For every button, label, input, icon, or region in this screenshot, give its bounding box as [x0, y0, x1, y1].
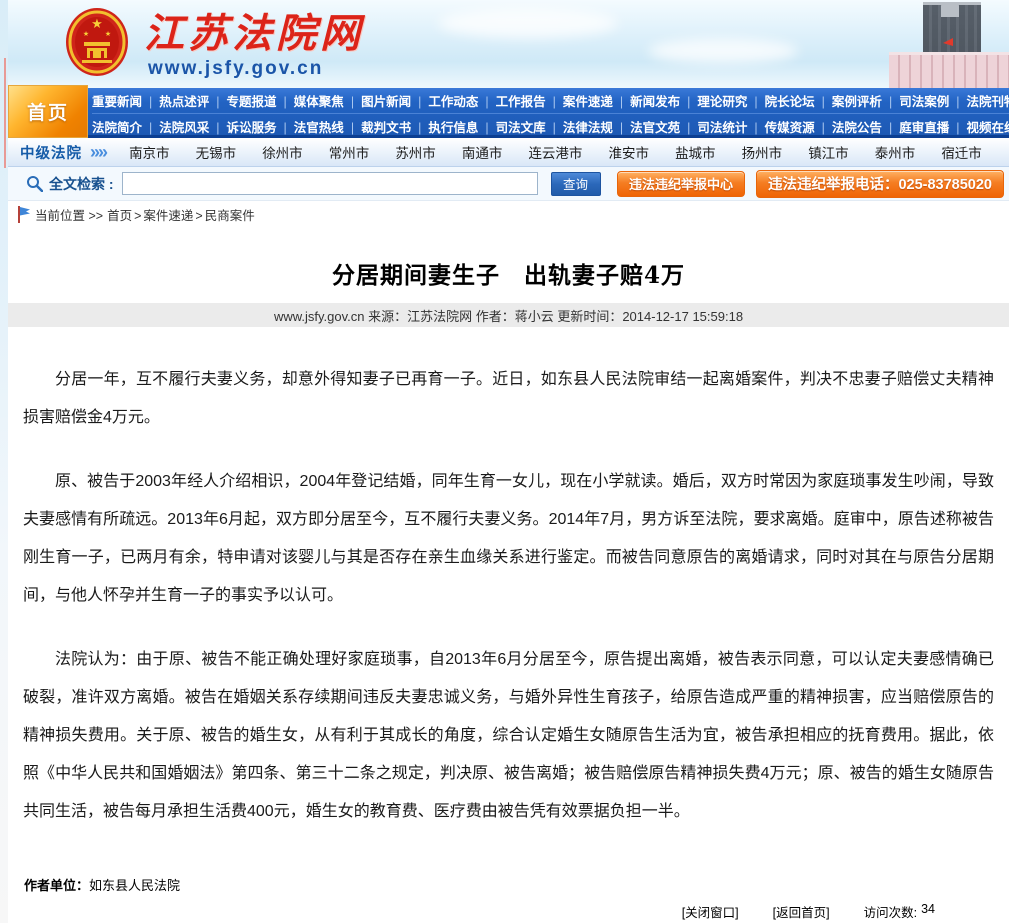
- nav-link[interactable]: 司法案例: [882, 91, 949, 110]
- page: ★ ★ ★ 江苏法院网 www.jsfy.gov.cn: [0, 0, 1009, 923]
- nav-link[interactable]: 专题报道: [209, 91, 276, 110]
- article-body: 分居一年，互不履行夫妻义务，却意外得知妻子已再育一子。近日，如东县人民法院审结一…: [23, 361, 994, 831]
- svg-text:★: ★: [105, 30, 111, 38]
- national-emblem-icon: ★ ★ ★: [64, 6, 130, 78]
- search-icon: [26, 175, 43, 192]
- city-link[interactable]: 南通市: [462, 142, 503, 162]
- nav-link[interactable]: 视频在线: [949, 117, 1009, 136]
- breadcrumb-section[interactable]: 案件速递: [132, 205, 193, 224]
- article-paragraph: 法院认为：由于原、被告不能正确处理好家庭琐事，自2013年6月分居至今，原告提出…: [23, 641, 994, 831]
- visit-counter-value: 34: [921, 902, 935, 921]
- city-link[interactable]: 连云港市: [528, 142, 582, 162]
- nav-link[interactable]: 司法文库: [478, 117, 545, 136]
- nav-link[interactable]: 案例评析: [815, 91, 882, 110]
- nav-link[interactable]: 法院公告: [815, 117, 882, 136]
- nav-link[interactable]: 执行信息: [411, 117, 478, 136]
- city-link[interactable]: 泰州市: [875, 142, 916, 162]
- nav-link[interactable]: 诉讼服务: [209, 117, 276, 136]
- article-content: 分居期间妻生子 出轨妻子赔4万 www.jsfy.gov.cn 来源：江苏法院网…: [8, 256, 1009, 923]
- report-center-button[interactable]: 违法违纪举报中心: [617, 171, 745, 197]
- breadcrumb-category[interactable]: 民商案件: [193, 205, 254, 224]
- nav-link[interactable]: 重要新闻: [92, 91, 142, 110]
- city-links: 南京市 无锡市 徐州市 常州市 苏州市 南通市 连云港市 淮安市 盐城市 扬州市…: [116, 142, 995, 162]
- nav-link[interactable]: 法官文苑: [613, 117, 680, 136]
- cloud-decoration: [648, 38, 798, 64]
- nav-link[interactable]: 新闻发布: [613, 91, 680, 110]
- city-link[interactable]: 南京市: [129, 142, 170, 162]
- breadcrumb-home[interactable]: 首页: [107, 205, 132, 224]
- nav-link[interactable]: 工作报告: [478, 91, 545, 110]
- article-paragraph: 原、被告于2003年经人介绍相识，2004年登记结婚，同年生育一女儿，现在小学就…: [23, 463, 994, 615]
- search-input[interactable]: [122, 172, 538, 195]
- city-link[interactable]: 徐州市: [262, 142, 303, 162]
- nav-link[interactable]: 法院简介: [92, 117, 142, 136]
- red-flag-icon: [943, 38, 953, 46]
- city-link[interactable]: 常州市: [329, 142, 370, 162]
- author-unit-label: 作者单位：: [24, 878, 89, 893]
- site-header: ★ ★ ★ 江苏法院网 www.jsfy.gov.cn: [8, 0, 1009, 88]
- breadcrumb-label: 当前位置 >>: [35, 205, 103, 224]
- flag-icon: [17, 206, 30, 223]
- visit-counter-label: 访问次数:: [864, 902, 917, 921]
- nav-link[interactable]: 法院风采: [142, 117, 209, 136]
- article-footer-links: [关闭窗口] [返回首页] 访问次数: 34: [682, 902, 935, 921]
- city-link[interactable]: 扬州市: [742, 142, 783, 162]
- nav-link[interactable]: 热点述评: [142, 91, 209, 110]
- double-chevron-icon: »»: [90, 143, 106, 161]
- nav-link[interactable]: 工作动态: [411, 91, 478, 110]
- author-unit-value: 如东县人民法院: [89, 878, 180, 893]
- nav-link[interactable]: 庭审直播: [882, 117, 949, 136]
- author-unit: 作者单位：如东县人民法院: [24, 875, 180, 894]
- nav-link[interactable]: 图片新闻: [344, 91, 411, 110]
- nav-link[interactable]: 案件速递: [546, 91, 613, 110]
- article-paragraph: 分居一年，互不履行夫妻义务，却意外得知妻子已再育一子。近日，如东县人民法院审结一…: [23, 361, 994, 437]
- courthouse-image: [844, 0, 1009, 88]
- report-phone-button[interactable]: 违法违纪举报电话：025-83785020: [756, 170, 1004, 198]
- left-edge-strip: [0, 0, 8, 923]
- breadcrumb: 当前位置 >> 首页 案件速递 民商案件: [8, 201, 1009, 228]
- nav-link[interactable]: 司法统计: [680, 117, 747, 136]
- svg-text:★: ★: [91, 16, 103, 31]
- cloud-decoration: [438, 8, 618, 38]
- city-link[interactable]: 无锡市: [196, 142, 237, 162]
- nav-link[interactable]: 裁判文书: [344, 117, 411, 136]
- search-bar: 全文检索 : 查询 违法违纪举报中心 违法违纪举报电话：025-83785020: [8, 167, 1009, 201]
- article-meta: www.jsfy.gov.cn 来源：江苏法院网 作者：蒋小云 更新时间：201…: [8, 303, 1009, 327]
- nav-link[interactable]: 法律法规: [546, 117, 613, 136]
- intermediate-court-label: 中级法院: [20, 142, 82, 163]
- back-home-link[interactable]: [返回首页]: [773, 902, 830, 921]
- nav-link[interactable]: 理论研究: [680, 91, 747, 110]
- nav-row-1: 重要新闻 热点述评 专题报道 媒体聚焦 图片新闻 工作动态 工作报告 案件速递 …: [92, 88, 1009, 113]
- city-link[interactable]: 镇江市: [808, 142, 849, 162]
- nav-link[interactable]: 媒体聚焦: [277, 91, 344, 110]
- close-window-link[interactable]: [关闭窗口]: [682, 902, 739, 921]
- city-court-bar: 中级法院 »» 南京市 无锡市 徐州市 常州市 苏州市 南通市 连云港市 淮安市…: [8, 138, 1009, 167]
- home-tab[interactable]: 首页: [8, 85, 88, 138]
- courthouse-podium: [889, 52, 1009, 88]
- query-button[interactable]: 查询: [551, 172, 601, 196]
- site-name: 江苏法院网: [144, 12, 364, 56]
- visit-counter: 访问次数: 34: [864, 902, 935, 921]
- nav-link[interactable]: 院长论坛: [747, 91, 814, 110]
- site-logo[interactable]: ★ ★ ★ 江苏法院网 www.jsfy.gov.cn: [64, 6, 364, 80]
- nav-link[interactable]: 传媒资源: [747, 117, 814, 136]
- nav-link[interactable]: 法院刊物: [949, 91, 1009, 110]
- city-link[interactable]: 盐城市: [675, 142, 716, 162]
- site-url: www.jsfy.gov.cn: [148, 58, 364, 80]
- nav-row-2: 法院简介 法院风采 诉讼服务 法官热线 裁判文书 执行信息 司法文库 法律法规 …: [92, 113, 1009, 138]
- article-title: 分居期间妻生子 出轨妻子赔4万: [23, 256, 994, 290]
- city-link[interactable]: 淮安市: [609, 142, 650, 162]
- svg-text:★: ★: [83, 30, 89, 38]
- nav-link[interactable]: 法官热线: [277, 117, 344, 136]
- city-link[interactable]: 苏州市: [395, 142, 436, 162]
- city-link[interactable]: 宿迁市: [941, 142, 982, 162]
- main-nav: 首页 重要新闻 热点述评 专题报道 媒体聚焦 图片新闻 工作动态 工作报告 案件…: [8, 88, 1009, 138]
- fulltext-search-label: 全文检索 :: [49, 174, 114, 194]
